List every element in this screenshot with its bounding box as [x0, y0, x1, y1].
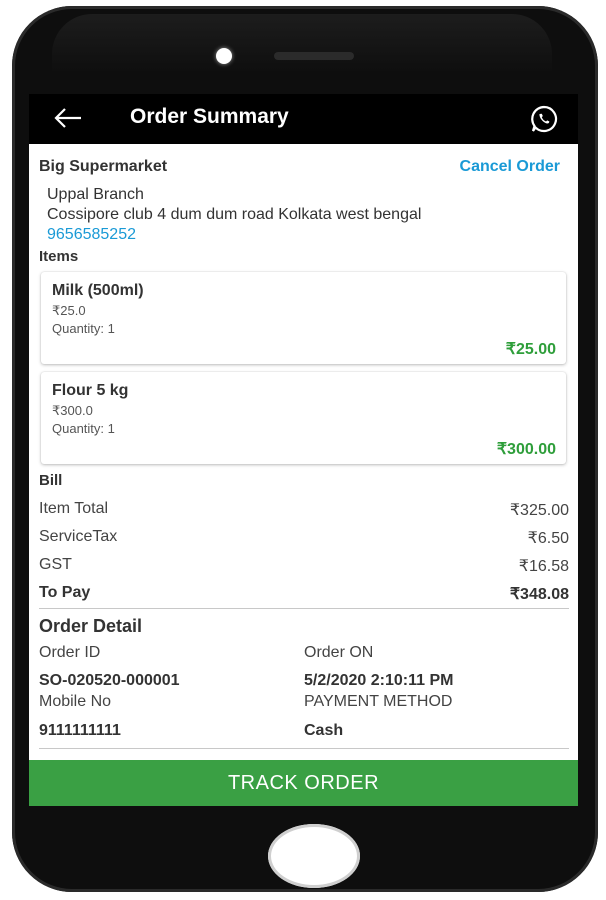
app-bar: Order Summary: [29, 94, 578, 144]
app-screen: Order Summary Big Supermarket Cancel Ord…: [29, 94, 578, 806]
item-price: ₹25.0: [52, 303, 86, 318]
item-quantity: Quantity: 1: [52, 421, 115, 436]
divider: [39, 608, 569, 609]
phone-top-bezel: [52, 14, 552, 74]
front-camera: [216, 48, 232, 64]
store-branch: Uppal Branch: [47, 186, 144, 203]
divider: [39, 748, 569, 749]
order-on-value: 5/2/2020 2:10:11 PM: [304, 672, 454, 689]
bill-label: To Pay: [39, 584, 91, 601]
bill-value: ₹325.00: [509, 502, 569, 519]
list-item: Milk (500ml) ₹25.0 Quantity: 1 ₹25.00: [41, 272, 566, 364]
arrow-left-icon[interactable]: [53, 104, 85, 132]
order-id-label: Order ID: [39, 644, 101, 661]
earpiece-speaker: [274, 52, 354, 60]
bill-heading: Bill: [39, 472, 63, 489]
item-name: Milk (500ml): [52, 282, 144, 299]
order-on-label: Order ON: [304, 644, 374, 661]
bill-value: ₹348.08: [509, 586, 569, 603]
order-detail-heading: Order Detail: [39, 616, 143, 636]
cancel-order-button[interactable]: Cancel Order: [460, 158, 560, 176]
payment-method-label: PAYMENT METHOD: [304, 693, 453, 710]
bill-label: Item Total: [39, 500, 109, 517]
track-order-button[interactable]: TRACK ORDER: [29, 760, 578, 806]
store-name: Big Supermarket: [39, 158, 168, 175]
item-price: ₹300.0: [52, 403, 93, 418]
bill-value: ₹6.50: [527, 530, 569, 547]
item-total: ₹300.00: [496, 441, 556, 458]
home-button[interactable]: [268, 824, 360, 888]
store-phone-link[interactable]: 9656585252: [47, 226, 136, 244]
item-total: ₹25.00: [505, 341, 556, 358]
item-name: Flour 5 kg: [52, 382, 129, 399]
payment-method-value: Cash: [304, 722, 344, 739]
whatsapp-icon[interactable]: [529, 104, 559, 134]
mobile-label: Mobile No: [39, 693, 112, 710]
bill-value: ₹16.58: [518, 558, 569, 575]
list-item: Flour 5 kg ₹300.0 Quantity: 1 ₹300.00: [41, 372, 566, 464]
item-quantity: Quantity: 1: [52, 321, 115, 336]
bill-label: ServiceTax: [39, 528, 118, 545]
page-title: Order Summary: [130, 105, 289, 128]
store-address: Cossipore club 4 dum dum road Kolkata we…: [47, 206, 422, 223]
bill-label: GST: [39, 556, 72, 573]
mobile-value: 9111111111: [39, 722, 121, 739]
order-id-value: SO-020520-000001: [39, 672, 180, 689]
items-heading: Items: [39, 248, 79, 265]
